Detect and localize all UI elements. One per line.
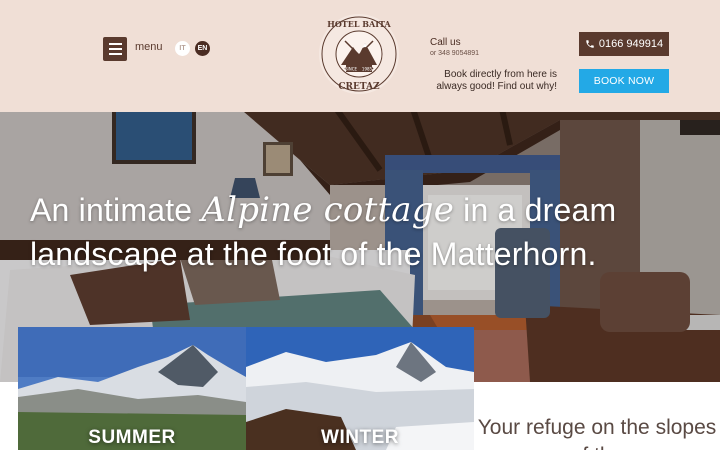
logo-year: 1985: [362, 67, 373, 72]
headline-script: Alpine cottage: [201, 190, 455, 230]
language-en[interactable]: EN: [195, 41, 210, 56]
phone-button[interactable]: 0166 949914: [579, 32, 669, 56]
menu-button[interactable]: [103, 37, 127, 61]
hotel-logo[interactable]: HOTEL BAITA CRETAZ SINCE 1985: [318, 13, 400, 95]
page: menu IT EN HOTEL BAITA CRETAZ SINCE 1985…: [0, 0, 720, 450]
phone-number: 0166 949914: [598, 38, 664, 50]
menu-label[interactable]: menu: [135, 41, 163, 53]
call-us-title: Call us: [430, 37, 461, 48]
book-now-button[interactable]: BOOK NOW: [579, 69, 669, 93]
headline-part-1: An intimate: [30, 192, 202, 228]
book-directly-note[interactable]: Book directly from here is always good! …: [412, 69, 557, 93]
logo-name-bottom: CRETAZ: [338, 82, 380, 92]
white-strip: [0, 382, 18, 450]
language-it[interactable]: IT: [175, 41, 190, 56]
refuge-title: Your refuge on the slopes of the: [477, 416, 717, 450]
phone-icon: [586, 40, 594, 48]
winter-label: WINTER: [321, 427, 399, 448]
winter-tile[interactable]: WINTER: [246, 327, 474, 450]
hero-headline: An intimate Alpine cottage in a dream la…: [30, 188, 710, 276]
summer-tile[interactable]: SUMMER: [18, 327, 246, 450]
logo-since: SINCE: [345, 67, 358, 72]
call-us-mobile[interactable]: or 348 9054891: [430, 50, 479, 57]
summer-label: SUMMER: [88, 427, 176, 448]
hamburger-icon: [108, 43, 122, 45]
logo-emblem: HOTEL BAITA CRETAZ SINCE 1985: [319, 14, 399, 94]
refuge-panel: Your refuge on the slopes of the: [474, 382, 720, 450]
logo-name-top: HOTEL BAITA: [327, 19, 391, 29]
call-us-block: Call us or 348 9054891: [430, 37, 479, 57]
